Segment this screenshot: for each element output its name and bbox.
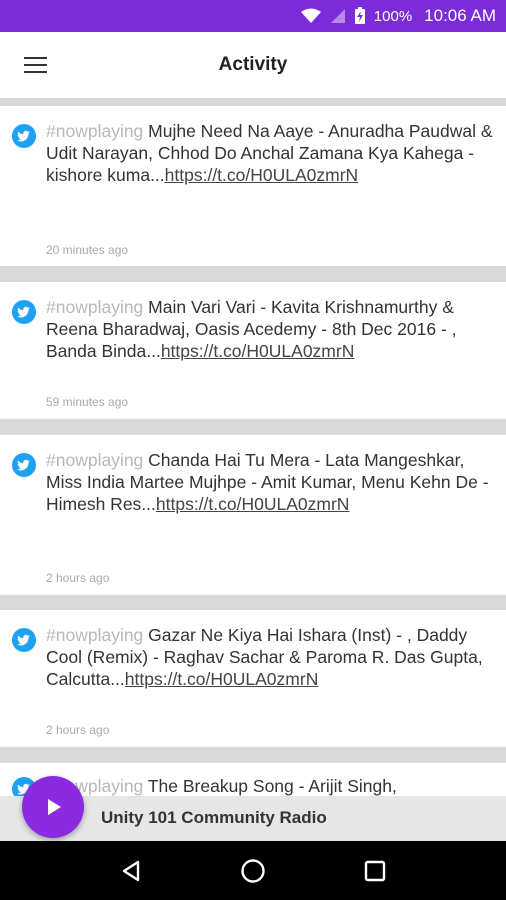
back-triangle-icon [122,860,140,881]
feed-item[interactable]: #nowplaying Main Vari Vari - Kavita Kris… [0,282,506,419]
twitter-icon [12,300,36,324]
feed-item[interactable]: #nowplaying Gazar Ne Kiya Hai Ishara (In… [0,610,506,747]
battery-percent: 100% [373,7,413,25]
back-button[interactable] [101,841,161,900]
feed-item[interactable]: #nowplaying Chanda Hai Tu Mera - Lata Ma… [0,435,506,595]
recents-button[interactable] [345,841,405,900]
play-button[interactable] [22,776,84,838]
hashtag[interactable]: #nowplaying [46,450,143,470]
feed-item[interactable]: #nowplaying Mujhe Need Na Aaye - Anuradh… [0,106,506,266]
tweet-text: #nowplaying Main Vari Vari - Kavita Kris… [46,297,457,361]
page-title: Activity [218,54,288,75]
status-bar: 100% 10:06 AM [0,0,506,32]
home-circle-icon [241,858,265,883]
hashtag[interactable]: #nowplaying [46,297,143,317]
wifi-icon [300,8,322,24]
twitter-icon [12,124,36,148]
tweet-text: #nowplaying Mujhe Need Na Aaye - Anuradh… [46,121,493,185]
tweet-link[interactable]: https://t.co/H0ULA0zmrN [156,494,350,514]
hashtag[interactable]: #nowplaying [46,625,143,645]
menu-button[interactable] [0,32,72,98]
tweet-link[interactable]: https://t.co/H0ULA0zmrN [165,165,359,185]
tweet-link[interactable]: https://t.co/H0ULA0zmrN [161,341,355,361]
play-icon [48,799,61,815]
timestamp: 20 minutes ago [46,243,129,257]
clock: 10:06 AM [424,6,496,25]
station-name: Unity 101 Community Radio [101,808,327,827]
home-button[interactable] [223,841,283,900]
system-nav-bar [0,841,506,900]
timestamp: 2 hours ago [46,571,110,585]
hamburger-icon [24,57,47,73]
tweet-text: #nowplaying Gazar Ne Kiya Hai Ishara (In… [46,625,483,689]
twitter-icon [12,628,36,652]
recents-square-icon [364,860,386,881]
activity-feed[interactable]: #nowplaying Mujhe Need Na Aaye - Anuradh… [0,98,506,796]
app-bar: Activity [0,32,506,98]
cell-signal-icon [330,8,346,24]
timestamp: 2 hours ago [46,723,110,737]
tweet-text: #nowplaying Chanda Hai Tu Mera - Lata Ma… [46,450,489,514]
tweet-text: #nowplaying The Breakup Song - Arijit Si… [46,776,397,796]
hashtag[interactable]: #nowplaying [46,121,143,141]
tweet-link[interactable]: https://t.co/H0ULA0zmrN [125,669,319,689]
timestamp: 59 minutes ago [46,395,129,409]
battery-icon [354,7,366,25]
twitter-icon [12,453,36,477]
